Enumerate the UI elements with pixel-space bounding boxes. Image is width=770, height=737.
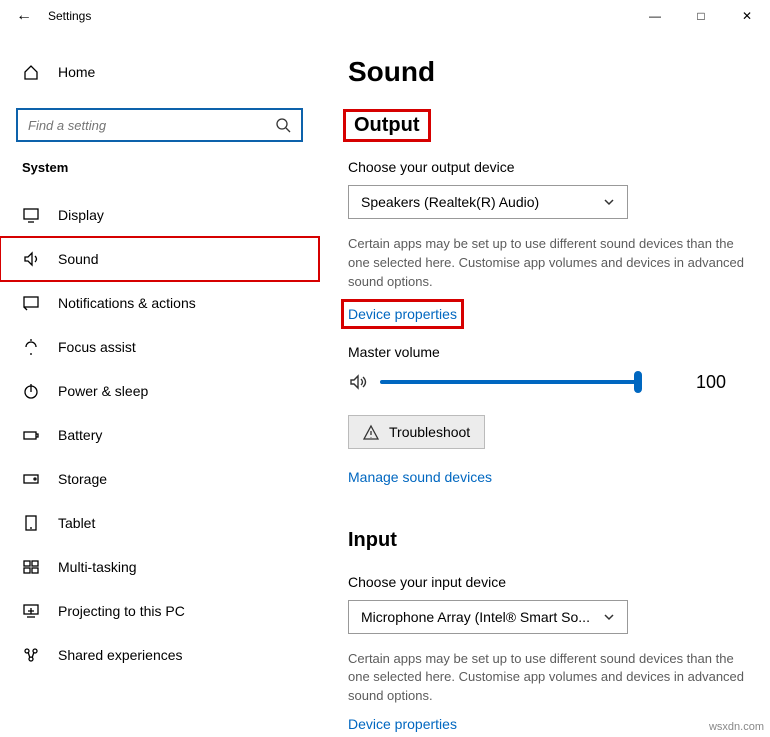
sidebar-item-storage[interactable]: Storage <box>0 457 319 501</box>
projecting-icon <box>22 602 40 620</box>
output-device-properties-link[interactable]: Device properties <box>348 306 457 322</box>
volume-value: 100 <box>696 372 726 393</box>
minimize-button[interactable]: ― <box>632 0 678 32</box>
sidebar-item-tablet[interactable]: Tablet <box>0 501 319 545</box>
output-device-value: Speakers (Realtek(R) Audio) <box>361 194 539 210</box>
sidebar-item-sound[interactable]: Sound <box>0 237 319 281</box>
sidebar-item-display[interactable]: Display <box>0 193 319 237</box>
tablet-icon <box>22 514 40 532</box>
sidebar-item-power-sleep[interactable]: Power & sleep <box>0 369 319 413</box>
sidebar-item-notifications[interactable]: Notifications & actions <box>0 281 319 325</box>
sidebar-item-label: Shared experiences <box>58 647 183 663</box>
sound-icon <box>22 250 40 268</box>
storage-icon <box>22 470 40 488</box>
sidebar-item-label: Sound <box>58 251 98 267</box>
troubleshoot-button[interactable]: Troubleshoot <box>348 415 485 449</box>
sidebar-item-label: Projecting to this PC <box>58 603 185 619</box>
volume-slider[interactable] <box>380 380 640 384</box>
notifications-icon <box>22 294 40 312</box>
output-heading: Output <box>348 114 426 137</box>
sidebar-item-battery[interactable]: Battery <box>0 413 319 457</box>
sidebar-item-label: Notifications & actions <box>58 295 196 311</box>
chevron-down-icon <box>603 196 615 208</box>
chevron-down-icon <box>603 611 615 623</box>
search-field[interactable] <box>28 118 275 133</box>
back-button[interactable]: ← <box>0 7 48 25</box>
manage-sound-devices-link[interactable]: Manage sound devices <box>348 469 492 485</box>
battery-icon <box>22 426 40 444</box>
input-device-label: Choose your input device <box>348 574 752 590</box>
sidebar-item-label: Multi-tasking <box>58 559 137 575</box>
master-volume-label: Master volume <box>348 344 752 360</box>
window-title: Settings <box>48 9 91 23</box>
multitasking-icon <box>22 558 40 576</box>
input-description: Certain apps may be set up to use differ… <box>348 650 752 707</box>
section-label: System <box>22 160 297 175</box>
slider-thumb[interactable] <box>634 371 642 393</box>
warning-icon <box>363 424 379 440</box>
sidebar-item-label: Tablet <box>58 515 95 531</box>
troubleshoot-label: Troubleshoot <box>389 424 470 440</box>
power-icon <box>22 382 40 400</box>
content-area: Sound Output Choose your output device S… <box>320 32 770 737</box>
sidebar-item-label: Power & sleep <box>58 383 148 399</box>
input-device-properties-link[interactable]: Device properties <box>348 716 457 732</box>
input-device-value: Microphone Array (Intel® Smart So... <box>361 609 590 625</box>
sidebar-item-shared-experiences[interactable]: Shared experiences <box>0 633 319 677</box>
page-title: Sound <box>348 56 752 88</box>
search-icon <box>275 117 291 133</box>
input-device-dropdown[interactable]: Microphone Array (Intel® Smart So... <box>348 600 628 634</box>
output-description: Certain apps may be set up to use differ… <box>348 235 752 292</box>
sidebar-item-multitasking[interactable]: Multi-tasking <box>0 545 319 589</box>
maximize-button[interactable]: □ <box>678 0 724 32</box>
focus-assist-icon <box>22 338 40 356</box>
shared-icon <box>22 646 40 664</box>
output-device-label: Choose your output device <box>348 159 752 175</box>
home-nav[interactable]: Home <box>16 50 303 94</box>
sidebar-item-projecting[interactable]: Projecting to this PC <box>0 589 319 633</box>
sidebar-item-label: Storage <box>58 471 107 487</box>
output-device-dropdown[interactable]: Speakers (Realtek(R) Audio) <box>348 185 628 219</box>
title-bar: ← Settings ― □ ✕ <box>0 0 770 32</box>
watermark: wsxdn.com <box>709 721 764 733</box>
volume-icon <box>348 372 368 392</box>
sidebar-item-focus-assist[interactable]: Focus assist <box>0 325 319 369</box>
home-icon <box>22 63 40 81</box>
home-label: Home <box>58 64 95 80</box>
display-icon <box>22 206 40 224</box>
input-heading: Input <box>348 529 397 552</box>
sidebar-item-label: Battery <box>58 427 102 443</box>
sidebar-item-label: Display <box>58 207 104 223</box>
sidebar: Home System Display Sound Notifications … <box>0 32 320 737</box>
sidebar-item-label: Focus assist <box>58 339 136 355</box>
close-button[interactable]: ✕ <box>724 0 770 32</box>
search-input[interactable] <box>16 108 303 142</box>
